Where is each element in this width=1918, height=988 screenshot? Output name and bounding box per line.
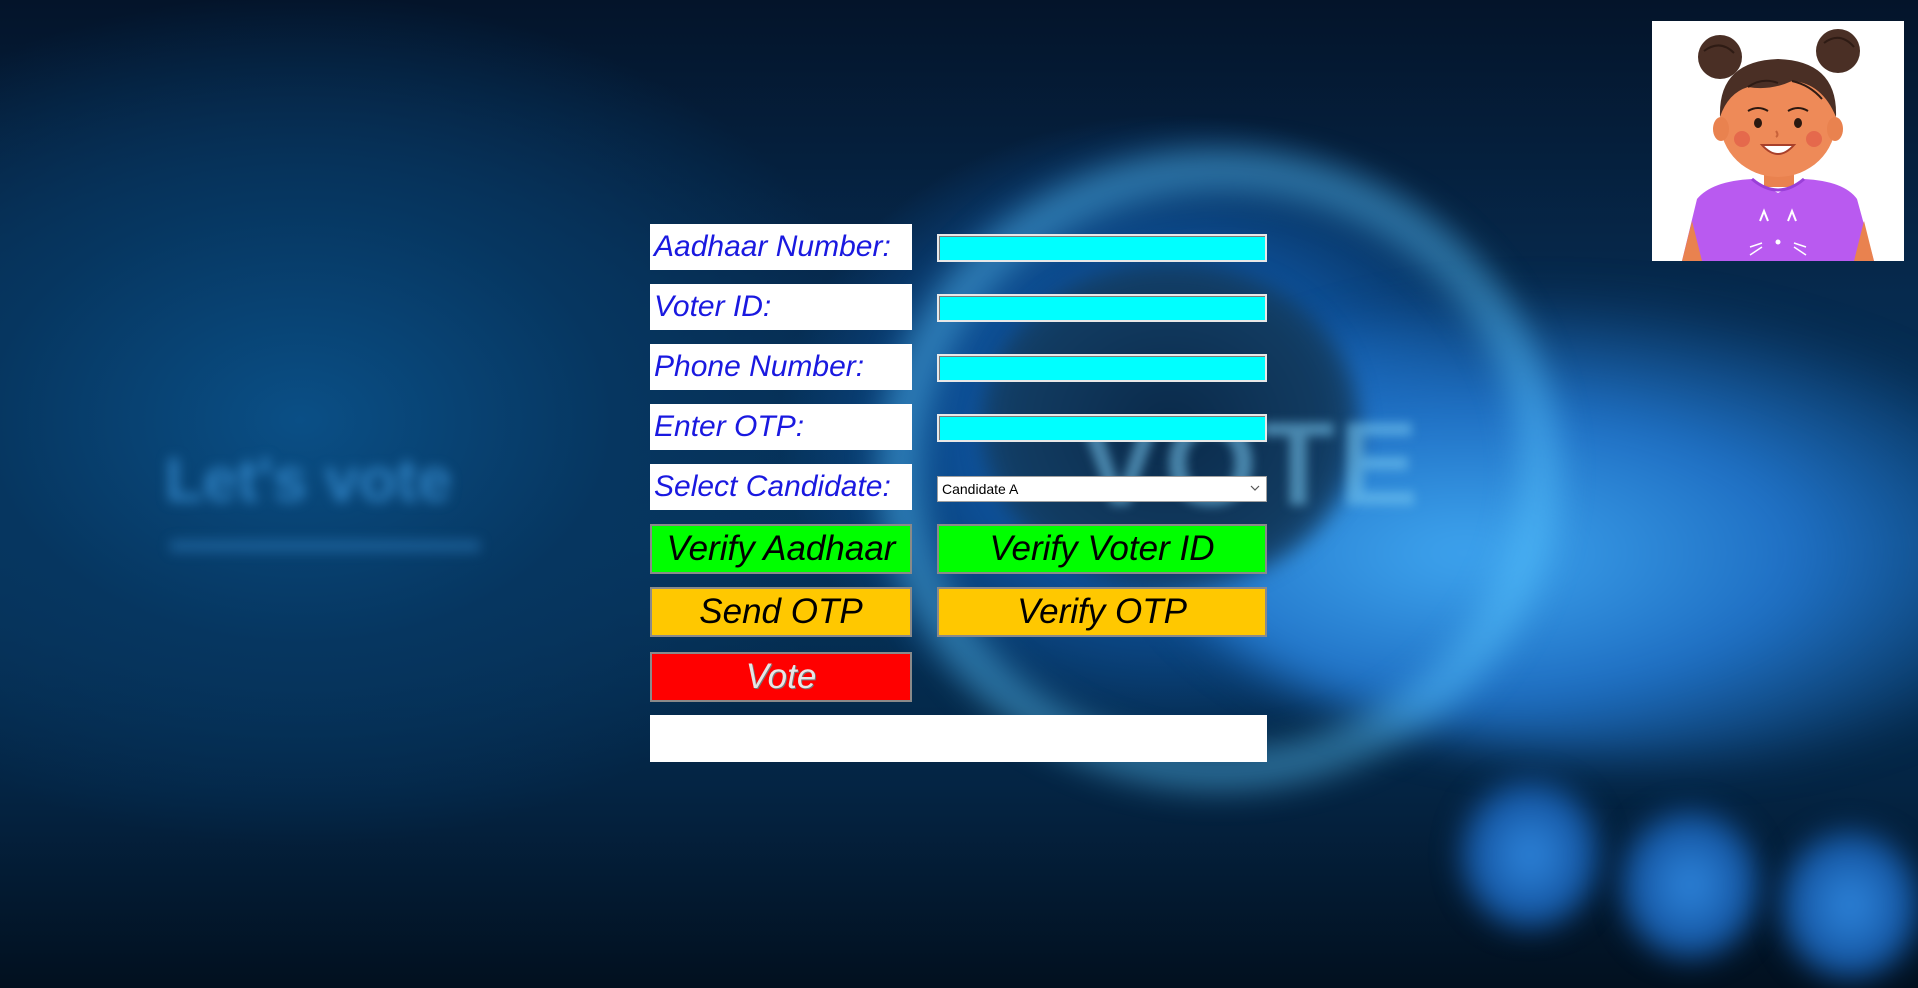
verify-voter-id-button[interactable]: Verify Voter ID <box>937 524 1267 574</box>
aadhaar-input[interactable] <box>937 234 1267 262</box>
vote-button[interactable]: Vote <box>650 652 912 702</box>
phone-label: Phone Number: <box>650 344 912 390</box>
phone-input[interactable] <box>937 354 1267 382</box>
verify-aadhaar-button[interactable]: Verify Aadhaar <box>650 524 912 574</box>
candidate-select[interactable]: Candidate A <box>937 476 1267 502</box>
aadhaar-label: Aadhaar Number: <box>650 224 912 270</box>
background-subline <box>170 540 480 552</box>
candidate-select-value: Candidate A <box>942 481 1019 497</box>
voter-id-input[interactable] <box>937 294 1267 322</box>
background-finger-shape <box>1620 810 1760 960</box>
status-message-box <box>650 715 1267 762</box>
verify-otp-button[interactable]: Verify OTP <box>937 587 1267 637</box>
send-otp-button[interactable]: Send OTP <box>650 587 912 637</box>
otp-label: Enter OTP: <box>650 404 912 450</box>
background-finger-shape <box>1780 830 1918 980</box>
voter-id-label: Voter ID: <box>650 284 912 330</box>
chevron-down-icon <box>1250 485 1260 491</box>
girl-avatar-icon <box>1652 21 1904 261</box>
background-finger-shape <box>1460 780 1600 930</box>
background-headline: Let's vote <box>165 446 452 515</box>
candidate-label: Select Candidate: <box>650 464 912 510</box>
otp-input[interactable] <box>937 414 1267 442</box>
